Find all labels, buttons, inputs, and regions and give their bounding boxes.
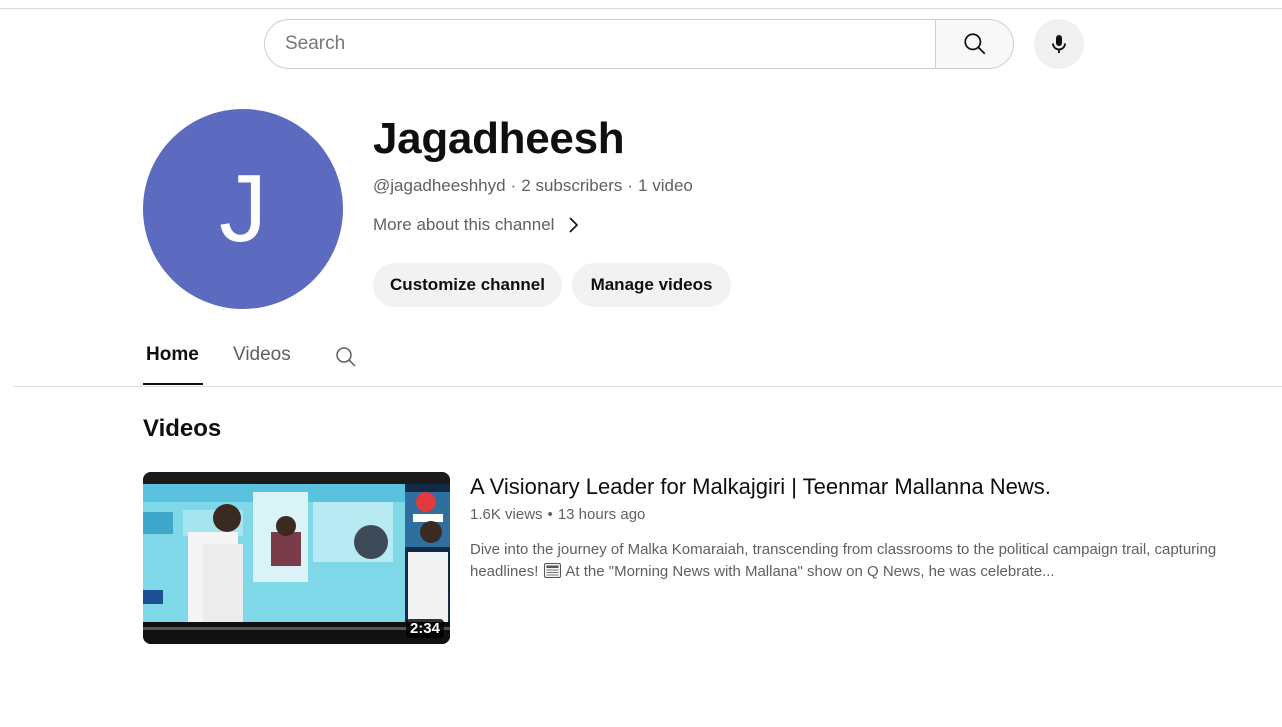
channel-handle: @jagadheeshhyd [373, 176, 506, 195]
meta-separator: · [627, 176, 634, 195]
search-button[interactable] [935, 19, 1014, 69]
channel-tabs: Home Videos [143, 336, 358, 386]
video-thumbnail[interactable]: 2:34 [143, 472, 450, 644]
subscriber-count: 2 subscribers [521, 176, 623, 195]
more-about-label: More about this channel [373, 215, 555, 234]
search-icon [963, 33, 985, 55]
search-input[interactable] [264, 19, 935, 69]
channel-meta: @jagadheeshhyd · 2 subscribers · 1 video [373, 176, 693, 196]
tab-home[interactable]: Home [143, 336, 203, 385]
view-count: 1.6K views [470, 506, 543, 523]
chevron-right-icon [569, 217, 579, 233]
microphone-icon [1052, 35, 1066, 53]
video-description: Dive into the journey of Malka Komaraiah… [470, 539, 1250, 583]
channel-avatar: J [143, 109, 343, 309]
search-bar [264, 19, 1014, 69]
video-count: 1 video [638, 176, 693, 195]
upload-age: 13 hours ago [557, 506, 646, 523]
customize-channel-button[interactable]: Customize channel [373, 263, 562, 307]
manage-videos-button[interactable]: Manage videos [572, 263, 731, 307]
more-about-link[interactable]: More about this channel [373, 215, 580, 235]
meta-dot: • [547, 506, 553, 523]
newspaper-icon [544, 563, 562, 578]
channel-search-button[interactable] [334, 336, 358, 374]
video-title[interactable]: A Visionary Leader for Malkajgiri | Teen… [470, 474, 1051, 500]
meta-separator: · [510, 176, 517, 195]
tabs-divider [13, 386, 1282, 387]
tab-videos[interactable]: Videos [230, 336, 294, 385]
channel-name: Jagadheesh [373, 114, 625, 163]
thumbnail-image [143, 472, 450, 644]
video-duration: 2:34 [405, 619, 444, 638]
video-meta: 1.6K views • 13 hours ago [470, 506, 645, 523]
section-title: Videos [143, 415, 222, 442]
description-text-continued: At the "Morning News with Mallana" show … [565, 563, 1055, 580]
top-divider [0, 8, 1282, 9]
search-icon [336, 347, 356, 367]
voice-search-button[interactable] [1034, 19, 1084, 69]
